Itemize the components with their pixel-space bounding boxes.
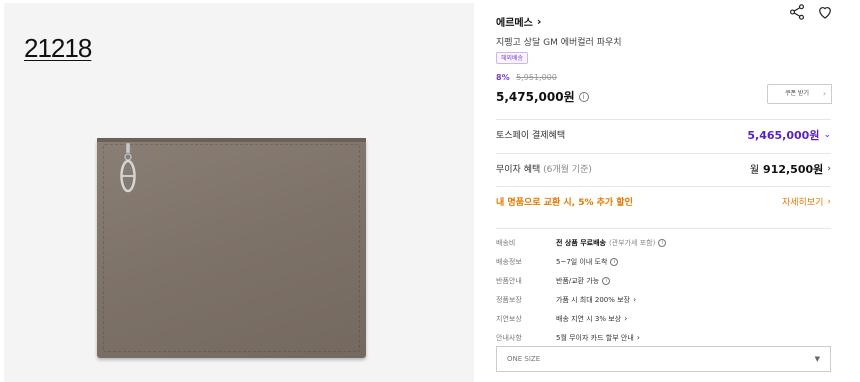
chevron-right-icon: › [827, 163, 831, 174]
installment-prefix: 월 [749, 165, 760, 176]
info-row-delay-compensation[interactable]: 지연보상 배송 지연 시 3% 보상 › [496, 309, 831, 328]
discount-row: 8% 5,951,000 [496, 73, 557, 82]
size-select[interactable]: ONE SIZE ▼ [496, 346, 831, 372]
discount-rate: 8% [496, 73, 510, 82]
info-circle-icon[interactable]: i [610, 257, 619, 266]
sku-label: 21218 [24, 33, 92, 63]
zip-puller-icon [120, 143, 136, 193]
info-row-delivery: 배송정보 5~7일 이내 도착 i [496, 252, 831, 271]
product-image-panel: 21218 [4, 3, 474, 382]
product-name: 지펭고 상달 GM 에버컬러 파우치 [496, 38, 622, 48]
info-circle-icon[interactable]: i [578, 91, 589, 102]
trade-in-link[interactable]: 자세히보기 [782, 195, 823, 208]
toss-pay-price: 5,465,000원 [747, 128, 820, 142]
toss-pay-label: 토스페이 결제혜택 [496, 131, 566, 141]
overseas-shipping-badge: 해외배송 [496, 52, 529, 64]
trade-in-row[interactable]: 내 명품으로 교환 시, 5% 추가 할인 자세히보기 › [496, 186, 831, 216]
info-row-shipping-fee: 배송비 전 상품 무료배송 (관부가세 포함) i [496, 233, 831, 252]
chevron-right-icon: › [536, 15, 542, 28]
coupon-chevron-icon[interactable]: › [818, 84, 832, 104]
price-row: 5,475,000원 i [496, 88, 589, 105]
installment-sublabel: (6개월 기준) [543, 165, 592, 175]
installment-row[interactable]: 무이자 혜택 (6개월 기준) 월 912,500원 › [496, 153, 831, 183]
delivery-info-table: 배송비 전 상품 무료배송 (관부가세 포함) i 배송정보 5~7일 이내 도… [496, 228, 831, 347]
toss-pay-row[interactable]: 토스페이 결제혜택 5,465,000원 ⌄ [496, 119, 831, 149]
chevron-right-icon: › [636, 333, 640, 342]
installment-value: 912,500원 [763, 162, 824, 176]
chevron-right-icon: › [624, 314, 628, 323]
chevron-down-icon: ⌄ [823, 129, 831, 140]
product-details-panel: 에르메스 › 지펭고 상달 GM 에버컬러 파우치 해외배송 8% 5,951,… [486, 0, 860, 382]
info-row-return: 반품안내 반품/교환 가능 i [496, 271, 831, 290]
size-select-value: ONE SIZE [507, 355, 541, 363]
share-icon[interactable] [788, 3, 806, 21]
pouch-stitching [103, 144, 360, 352]
chevron-right-icon: › [827, 196, 831, 207]
pouch-zipper [97, 138, 366, 142]
original-price: 5,951,000 [516, 73, 557, 82]
caret-down-icon: ▼ [814, 355, 820, 363]
info-row-notice[interactable]: 안내사항 5월 무이자 카드 할부 안내 › [496, 328, 831, 347]
info-row-authenticity[interactable]: 정품보장 가품 시 최대 200% 보장 › [496, 290, 831, 309]
trade-in-label: 내 명품으로 교환 시, 5% 추가 할인 [496, 198, 633, 208]
brand-link[interactable]: 에르메스 › [496, 14, 541, 29]
info-circle-icon[interactable]: i [658, 238, 667, 247]
chevron-right-icon: › [633, 295, 637, 304]
info-circle-icon[interactable]: i [602, 276, 611, 285]
sale-price: 5,475,000원 [496, 90, 575, 104]
heart-icon[interactable] [816, 3, 834, 21]
installment-label: 무이자 혜택 (6개월 기준) [496, 165, 592, 175]
brand-name: 에르메스 [496, 18, 533, 29]
top-action-icons [788, 3, 834, 21]
